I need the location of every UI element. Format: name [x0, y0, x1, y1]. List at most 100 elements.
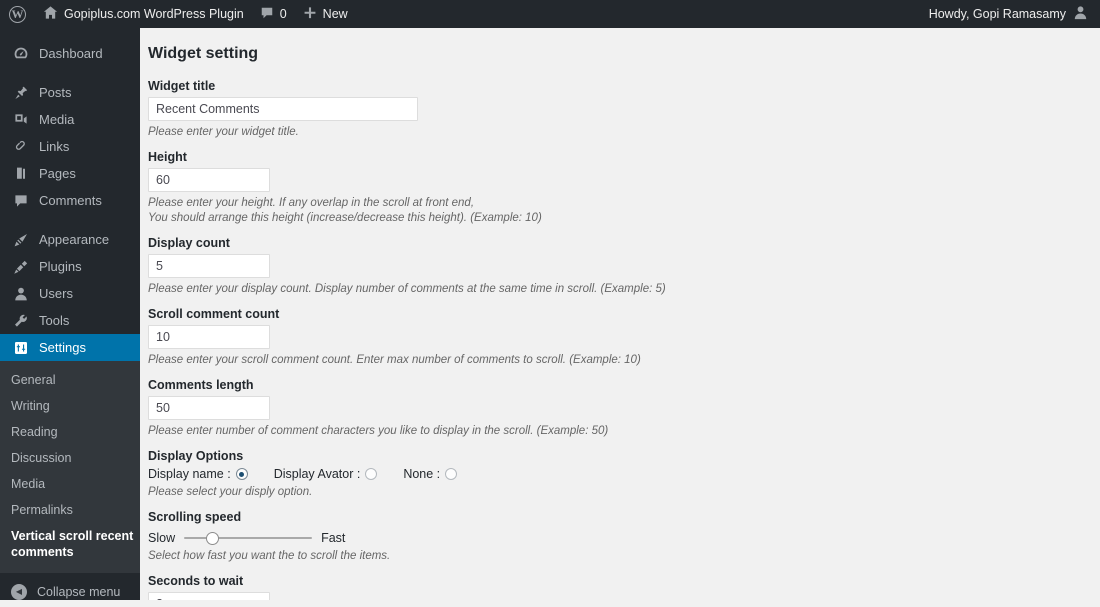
- user-avatar-icon: [1073, 5, 1088, 23]
- sidebar-item-label: Dashboard: [39, 46, 103, 61]
- submenu-item-general[interactable]: General: [0, 367, 140, 393]
- submenu-item-discussion[interactable]: Discussion: [0, 445, 140, 471]
- sidebar-divider-2: [0, 214, 140, 226]
- height-input[interactable]: [148, 168, 270, 192]
- scroll-comment-count-input[interactable]: [148, 325, 270, 349]
- admin-bar: W Gopiplus.com WordPress Plugin 0 New Ho…: [0, 0, 1100, 28]
- sidebar-item-settings[interactable]: Settings: [0, 334, 148, 361]
- wrench-icon: [11, 313, 30, 329]
- content-area: Widget setting Widget title Please enter…: [140, 28, 1100, 600]
- widget-title-input[interactable]: [148, 97, 418, 121]
- collapse-arrow-icon: ◀: [11, 584, 27, 600]
- link-icon: [11, 139, 30, 155]
- scroll-comment-count-label: Scroll comment count: [148, 307, 280, 321]
- sidebar-item-media[interactable]: Media: [0, 106, 140, 133]
- submenu-item-reading[interactable]: Reading: [0, 419, 140, 445]
- sidebar-item-label: Pages: [39, 166, 76, 181]
- wordpress-logo-icon: W: [9, 5, 26, 23]
- site-name-label: Gopiplus.com WordPress Plugin: [64, 7, 244, 21]
- pin-icon: [11, 85, 30, 101]
- field-group-scroll-comment-count: Scroll comment count Please enter your s…: [148, 307, 1080, 368]
- comment-bubble-icon: [11, 193, 30, 209]
- display-count-input[interactable]: [148, 254, 270, 278]
- account-menu-button[interactable]: Howdy, Gopi Ramasamy: [921, 0, 1100, 28]
- sidebar-item-label: Appearance: [39, 232, 110, 247]
- plug-icon: [11, 259, 30, 275]
- display-count-hint: Please enter your display count. Display…: [148, 283, 666, 295]
- media-icon: [11, 112, 30, 128]
- field-group-display-count: Display count Please enter your display …: [148, 236, 1080, 297]
- sidebar-item-label: Users: [39, 286, 73, 301]
- submenu-item-media[interactable]: Media: [0, 471, 140, 497]
- home-icon: [43, 5, 58, 23]
- sidebar-item-label: Plugins: [39, 259, 82, 274]
- widget-title-label: Widget title: [148, 79, 216, 93]
- field-group-height: Height Please enter your height. If any …: [148, 150, 1080, 226]
- sidebar-item-label: Tools: [39, 313, 70, 328]
- pages-icon: [11, 166, 30, 182]
- plus-icon: [303, 6, 317, 23]
- sidebar-item-appearance[interactable]: Appearance: [0, 226, 140, 253]
- sidebar-item-label: Links: [39, 139, 70, 154]
- slider-handle[interactable]: [205, 531, 219, 545]
- paintbrush-icon: [11, 232, 30, 248]
- admin-sidebar: Dashboard Posts Media Links Pages Commen…: [0, 28, 148, 600]
- wordpress-logo-button[interactable]: W: [0, 0, 35, 28]
- display-options-radio-row: Display name : Display Avator : None :: [148, 467, 1080, 481]
- sidebar-item-label: Comments: [39, 193, 102, 208]
- radio-label: Display name :: [148, 467, 231, 481]
- scrolling-speed-slider[interactable]: [184, 531, 313, 545]
- sidebar-item-label: Posts: [39, 85, 72, 100]
- height-label: Height: [148, 150, 187, 164]
- radio-button-none[interactable]: [445, 468, 458, 480]
- comments-length-hint: Please enter number of comment character…: [148, 425, 609, 437]
- site-name-button[interactable]: Gopiplus.com WordPress Plugin: [35, 0, 252, 28]
- submenu-item-permalinks[interactable]: Permalinks: [0, 497, 140, 523]
- new-content-label: New: [322, 7, 348, 21]
- sidebar-item-dashboard[interactable]: Dashboard: [0, 40, 140, 67]
- sidebar-item-comments[interactable]: Comments: [0, 187, 140, 214]
- scrolling-speed-label: Scrolling speed: [148, 510, 242, 524]
- dashboard-icon: [11, 46, 30, 62]
- sidebar-item-plugins[interactable]: Plugins: [0, 253, 140, 280]
- sidebar-item-tools[interactable]: Tools: [0, 307, 140, 334]
- user-icon: [11, 286, 30, 302]
- display-options-hint: Please select your disply option.: [148, 486, 313, 498]
- page-title: Widget setting: [148, 45, 259, 62]
- sidebar-top-spacer: [0, 28, 140, 40]
- radio-option-display-name[interactable]: Display name :: [148, 467, 248, 481]
- settings-sliders-icon: [11, 340, 30, 356]
- sidebar-item-label: Media: [39, 112, 75, 127]
- scroll-comment-count-hint: Please enter your scroll comment count. …: [148, 354, 641, 366]
- comments-length-label: Comments length: [148, 378, 254, 392]
- radio-button-display-avator[interactable]: [365, 468, 378, 480]
- seconds-to-wait-input[interactable]: [148, 592, 270, 600]
- radio-option-display-avator[interactable]: Display Avator :: [274, 467, 378, 481]
- widget-title-hint: Please enter your widget title.: [148, 126, 299, 138]
- collapse-menu-label: Collapse menu: [37, 585, 121, 599]
- display-options-label: Display Options: [148, 449, 244, 463]
- new-content-button[interactable]: New: [295, 0, 356, 28]
- sidebar-item-label: Settings: [39, 340, 86, 355]
- submenu-item-vertical-scroll-recent-comments[interactable]: Vertical scroll recent comments: [0, 523, 140, 565]
- comments-count: 0: [279, 7, 287, 21]
- comments-button[interactable]: 0: [252, 0, 295, 28]
- radio-button-display-name[interactable]: [235, 468, 248, 480]
- collapse-menu-button[interactable]: ◀ Collapse menu: [0, 577, 140, 607]
- sidebar-divider-1: [0, 67, 140, 79]
- radio-option-none[interactable]: None :: [403, 467, 458, 481]
- submenu-item-writing[interactable]: Writing: [0, 393, 140, 419]
- sidebar-item-links[interactable]: Links: [0, 133, 140, 160]
- settings-submenu: General Writing Reading Discussion Media…: [0, 361, 140, 573]
- seconds-to-wait-label: Seconds to wait: [148, 574, 244, 588]
- sidebar-item-pages[interactable]: Pages: [0, 160, 140, 187]
- sidebar-item-users[interactable]: Users: [0, 280, 140, 307]
- display-count-label: Display count: [148, 236, 230, 250]
- height-hint-line-1: Please enter your height. If any overlap…: [148, 197, 475, 209]
- radio-label: None :: [403, 467, 441, 481]
- field-group-display-options: Display Options Display name : Display A…: [148, 449, 1080, 500]
- sidebar-item-posts[interactable]: Posts: [0, 79, 140, 106]
- slider-min-label: Slow: [148, 531, 176, 545]
- howdy-label: Howdy, Gopi Ramasamy: [928, 7, 1066, 21]
- comments-length-input[interactable]: [148, 396, 270, 420]
